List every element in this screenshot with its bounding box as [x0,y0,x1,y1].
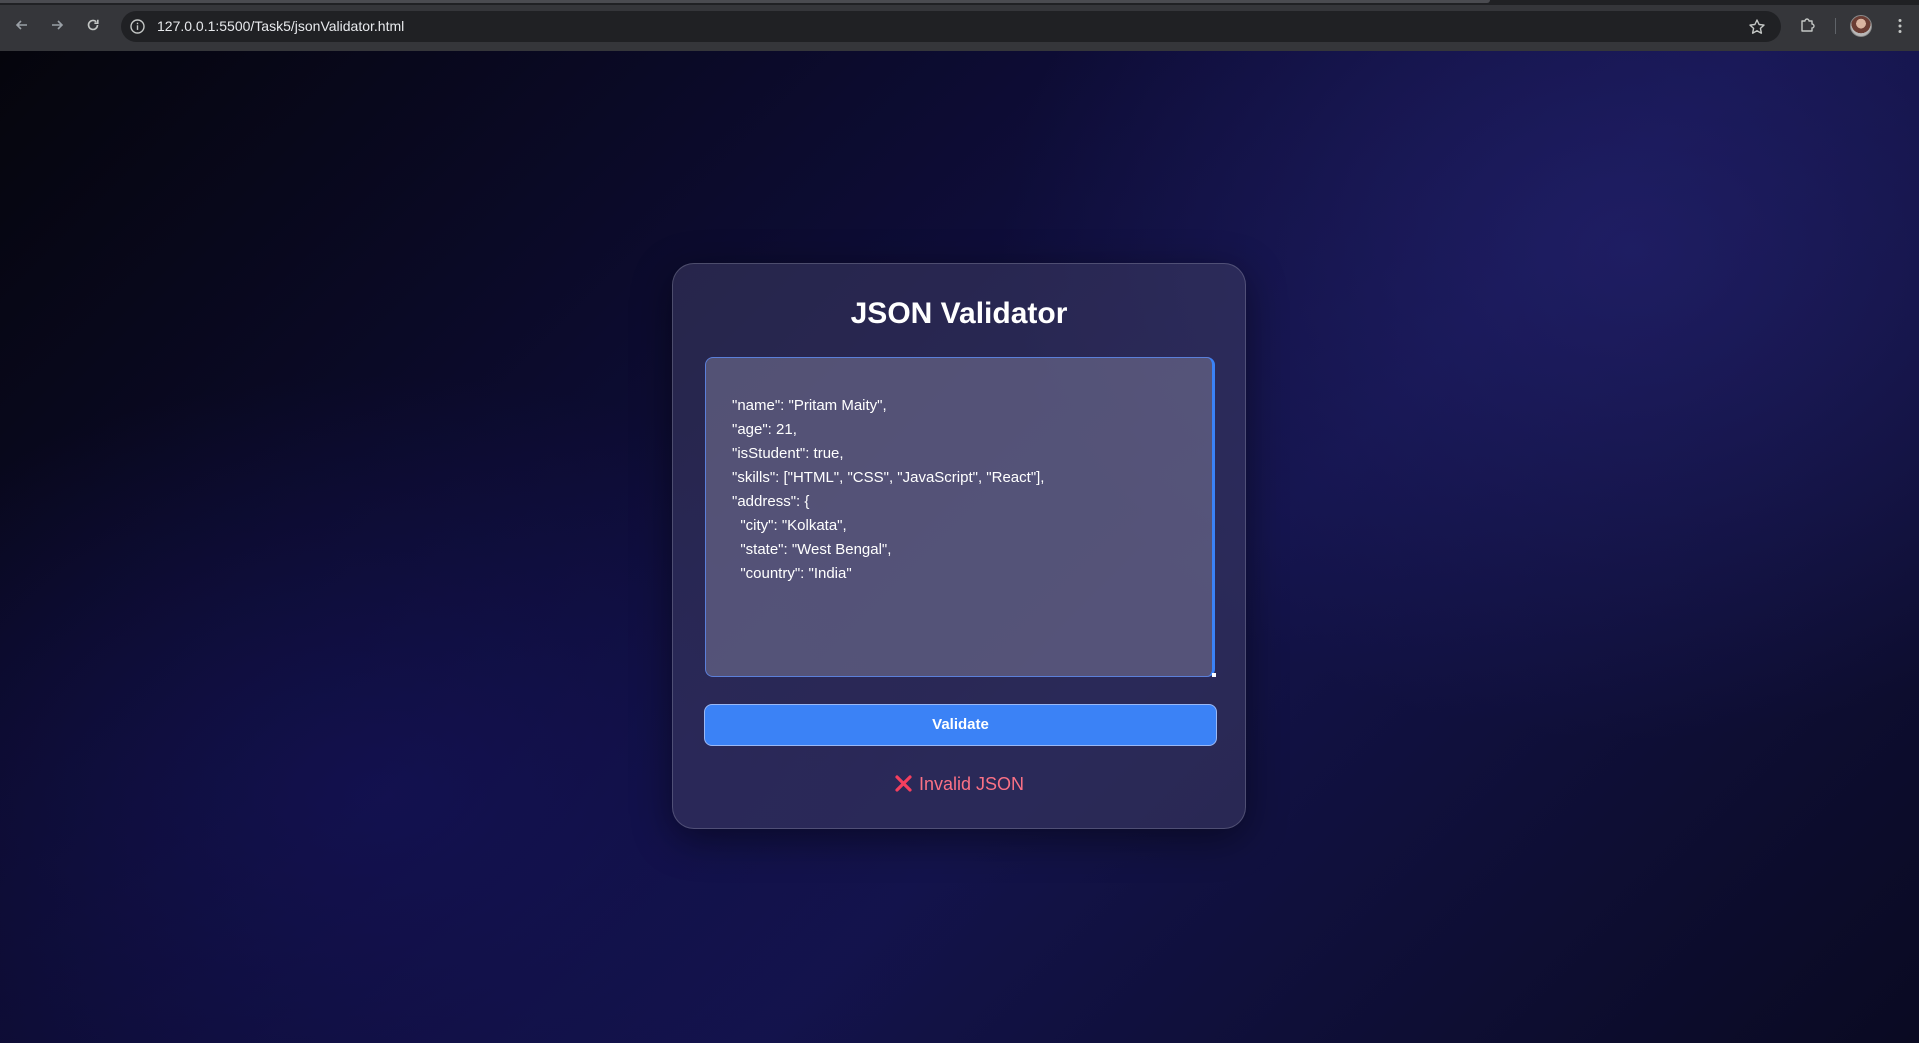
url-text[interactable]: 127.0.0.1:5500/Task5/jsonValidator.html [157,18,404,35]
toolbar-divider [1835,18,1836,34]
kebab-menu-icon[interactable] [1890,16,1910,36]
info-icon[interactable] [129,18,146,35]
page-viewport: JSON Validator "name": "Pritam Maity", "… [0,51,1919,1043]
arrow-right-icon[interactable] [46,14,68,36]
cross-icon [894,774,913,793]
result-text: Invalid JSON [918,774,1025,794]
avatar[interactable] [1850,15,1872,37]
tab-strip [0,0,1919,5]
json-textarea[interactable]: "name": "Pritam Maity", "age": 21, "isSt… [705,357,1215,677]
reload-icon[interactable] [82,14,104,36]
browser-toolbar: 127.0.0.1:5500/Task5/jsonValidator.html [0,0,1919,51]
puzzle-icon[interactable] [1798,15,1818,40]
tab-strip-edge [0,0,1490,3]
resize-handle[interactable] [1212,673,1216,677]
validate-button[interactable]: Validate [704,704,1217,746]
validator-card: JSON Validator "name": "Pritam Maity", "… [672,263,1246,829]
address-bar[interactable]: 127.0.0.1:5500/Task5/jsonValidator.html [121,11,1781,42]
star-icon[interactable] [1747,17,1767,37]
page-title: JSON Validator [850,297,1068,330]
arrow-left-icon[interactable] [11,14,33,36]
validation-result: Invalid JSON [673,772,1245,796]
